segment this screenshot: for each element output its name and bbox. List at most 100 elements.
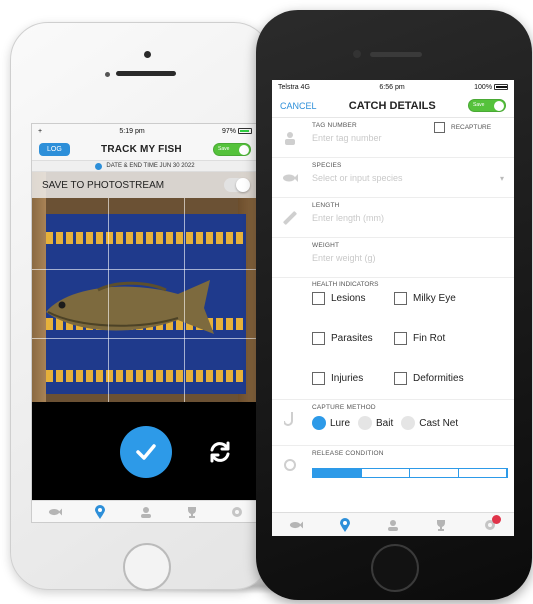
status-bar: Telstra 4G 6:56 pm 100% <box>272 80 514 94</box>
save-toggle[interactable]: Save <box>212 142 251 156</box>
release-icon <box>282 458 298 472</box>
release-condition-label: RELEASE CONDITION <box>312 450 384 457</box>
photostream-switch[interactable] <box>224 178 250 192</box>
parasites-option[interactable]: Parasites <box>312 332 373 345</box>
catch-details-screen: Telstra 4G 6:56 pm 100% CANCEL CATCH DET… <box>272 80 514 536</box>
nav-bar: LOG TRACK MY FISH Save <box>32 138 258 160</box>
recapture-option[interactable]: RECAPTURE <box>434 122 491 133</box>
earpiece-speaker <box>370 52 422 57</box>
trophy-icon[interactable] <box>434 519 448 531</box>
tag-number-input[interactable] <box>312 133 462 143</box>
fish-tab-icon[interactable] <box>48 506 62 518</box>
phone-white: + 5:19 pm 97% LOG TRACK MY FISH Save DAT… <box>10 22 272 591</box>
battery-icon <box>237 127 252 134</box>
hook-icon <box>282 412 298 426</box>
deformities-option[interactable]: Deformities <box>394 372 464 385</box>
log-button[interactable]: LOG <box>39 142 70 156</box>
release-condition-selector[interactable] <box>312 468 508 478</box>
lesions-checkbox[interactable] <box>312 292 325 305</box>
settings-icon[interactable] <box>230 506 244 518</box>
profile-icon[interactable] <box>386 519 400 531</box>
parasites-checkbox[interactable] <box>312 332 325 345</box>
length-input[interactable] <box>312 213 462 223</box>
home-button[interactable] <box>123 543 171 591</box>
release-segment-2[interactable] <box>362 469 410 477</box>
front-camera <box>353 50 361 58</box>
recapture-checkbox[interactable] <box>434 122 445 133</box>
weight-input[interactable] <box>312 253 462 263</box>
profile-icon[interactable] <box>139 506 153 518</box>
save-to-photostream-label: SAVE TO PHOTOSTREAM <box>42 179 165 191</box>
health-indicators-label: HEALTH INDICATORS <box>312 281 379 288</box>
chevron-down-icon[interactable]: ▾ <box>500 174 504 183</box>
species-label: SPECIES <box>312 162 342 169</box>
camera-controls <box>32 402 258 500</box>
fish-tab-icon[interactable] <box>289 519 304 531</box>
capture-method-options: Lure Bait Cast Net <box>312 416 458 430</box>
clock-icon <box>95 162 103 170</box>
phone-black: Telstra 4G 6:56 pm 100% CANCEL CATCH DET… <box>256 10 532 600</box>
length-label: LENGTH <box>312 202 340 209</box>
health-indicators-section: HEALTH INDICATORS Lesions Milky Eye Para… <box>272 278 514 400</box>
fish-image <box>46 280 214 334</box>
tag-number-label: TAG NUMBER <box>312 122 357 129</box>
trophy-icon[interactable] <box>185 506 199 518</box>
ruler-icon <box>282 211 298 225</box>
fish-photo: SAVE TO PHOTOSTREAM <box>32 172 258 402</box>
page-title: CATCH DETAILS <box>348 99 436 112</box>
fin-rot-checkbox[interactable] <box>394 332 407 345</box>
status-time: 5:19 pm <box>119 127 145 135</box>
species-input[interactable] <box>312 173 462 183</box>
notification-badge <box>491 514 501 524</box>
track-my-fish-screen: + 5:19 pm 97% LOG TRACK MY FISH Save DAT… <box>31 123 259 523</box>
tab-bar <box>32 500 258 522</box>
page-title: TRACK MY FISH <box>101 143 182 155</box>
nav-bar: CANCEL CATCH DETAILS Save <box>272 94 514 118</box>
fish-icon <box>282 171 298 185</box>
milky-eye-option[interactable]: Milky Eye <box>394 292 456 305</box>
deformities-checkbox[interactable] <box>394 372 407 385</box>
injuries-checkbox[interactable] <box>312 372 325 385</box>
battery-icon <box>494 83 508 90</box>
home-button[interactable] <box>371 544 419 592</box>
date-time-bar[interactable]: DATE & END TIME JUN 30 2022 <box>32 160 258 172</box>
fin-rot-option[interactable]: Fin Rot <box>394 332 445 345</box>
refresh-icon[interactable] <box>208 440 232 464</box>
milky-eye-checkbox[interactable] <box>394 292 407 305</box>
bait-radio[interactable] <box>358 416 373 430</box>
injuries-option[interactable]: Injuries <box>312 372 363 385</box>
release-segment-1[interactable] <box>313 469 362 477</box>
recapture-label: RECAPTURE <box>451 124 492 131</box>
status-bar: + 5:19 pm 97% <box>32 124 258 138</box>
save-to-photostream-row: SAVE TO PHOTOSTREAM <box>32 172 258 198</box>
confirm-photo-button[interactable] <box>120 426 172 478</box>
capture-method-label: CAPTURE METHOD <box>312 404 376 411</box>
release-segment-4[interactable] <box>459 469 507 477</box>
date-time-text: DATE & END TIME JUN 30 2022 <box>106 163 195 169</box>
save-toggle[interactable]: Save <box>468 99 506 112</box>
bait-option[interactable]: Bait <box>358 416 393 430</box>
lesions-option[interactable]: Lesions <box>312 292 365 305</box>
release-condition-section: RELEASE CONDITION <box>272 446 514 484</box>
battery-status: 97% <box>222 128 252 135</box>
capture-method-section: CAPTURE METHOD Lure Bait Cast Net <box>272 400 514 446</box>
release-segment-3[interactable] <box>410 469 459 477</box>
front-camera <box>144 51 151 58</box>
carrier: Telstra 4G <box>278 83 310 91</box>
earpiece-speaker <box>116 71 176 76</box>
location-pin-icon[interactable] <box>338 517 352 532</box>
location-pin-icon[interactable] <box>93 504 107 519</box>
tag-number-row: TAG NUMBER RECAPTURE <box>272 118 514 158</box>
length-row: LENGTH <box>272 198 514 238</box>
status-time: 6:56 pm <box>379 83 405 91</box>
weight-row: WEIGHT <box>272 238 514 278</box>
signal-wifi: + <box>38 127 43 135</box>
cast-net-option[interactable]: Cast Net <box>401 416 458 430</box>
settings-icon[interactable] <box>483 514 501 531</box>
cast-net-radio[interactable] <box>401 416 416 430</box>
lure-radio[interactable] <box>312 416 326 430</box>
species-row: SPECIES ▾ <box>272 158 514 198</box>
cancel-button[interactable]: CANCEL <box>280 101 317 111</box>
lure-option[interactable]: Lure <box>312 416 350 430</box>
tab-bar <box>272 512 514 536</box>
